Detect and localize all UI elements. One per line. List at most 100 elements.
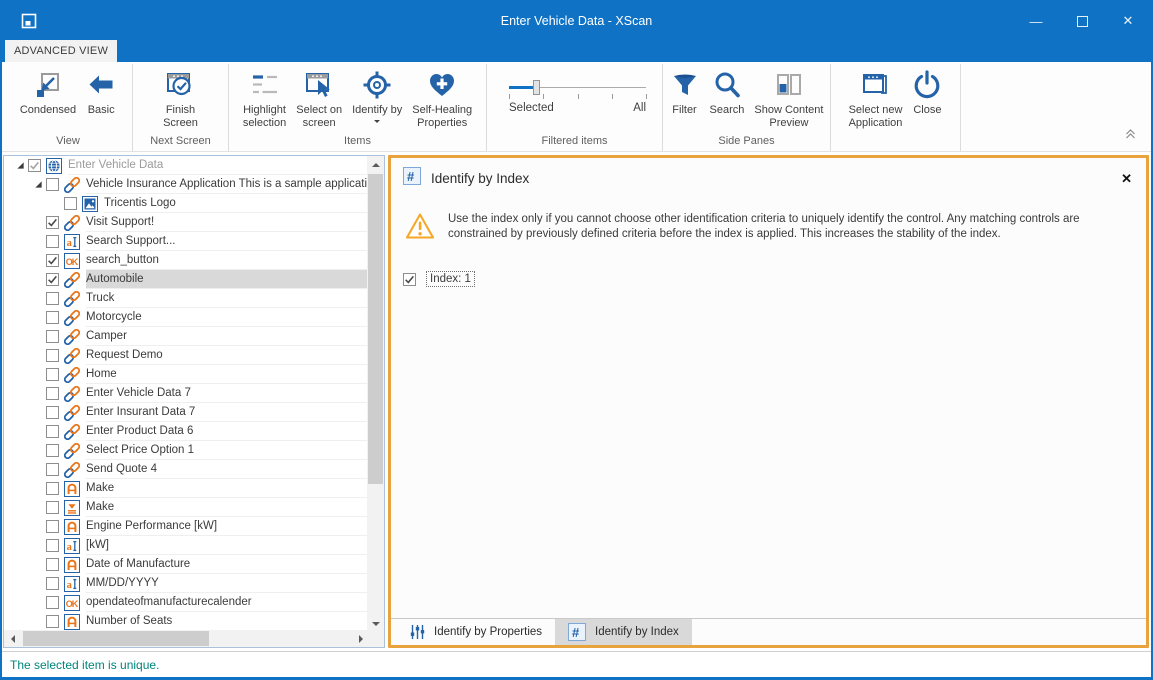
tree-item-checkbox[interactable]: [46, 482, 59, 495]
finish-screen-button[interactable]: Finish Screen: [158, 66, 203, 132]
tree-item[interactable]: Vehicle Insurance Application This is a …: [4, 175, 367, 194]
content-preview-button[interactable]: Show Content Preview: [749, 66, 828, 132]
tree-item[interactable]: Enter Vehicle Data: [4, 156, 367, 175]
tree-item[interactable]: Send Quote 4: [4, 460, 367, 479]
tree-item-checkbox[interactable]: [46, 216, 59, 229]
textbox-icon: a: [64, 576, 80, 592]
power-button[interactable]: Close: [907, 66, 947, 119]
tree-item-checkbox[interactable]: [46, 311, 59, 324]
ribbon-collapse-icon[interactable]: [1124, 127, 1137, 145]
tree-item-checkbox[interactable]: [46, 406, 59, 419]
tree-item-checkbox[interactable]: [46, 368, 59, 381]
tree-item-checkbox[interactable]: [46, 539, 59, 552]
identify-by-button[interactable]: Identify by: [347, 66, 407, 128]
hash-icon: #: [568, 623, 586, 641]
tree-item-label: Enter Vehicle Data 7: [86, 387, 191, 399]
tree-item-checkbox[interactable]: [46, 178, 59, 191]
basic-button[interactable]: Basic: [81, 66, 121, 119]
condensed-button[interactable]: Condensed: [15, 66, 81, 119]
tab-advanced-view[interactable]: ADVANCED VIEW: [5, 40, 117, 62]
new-application-button[interactable]: Select new Application: [844, 66, 908, 132]
tree-item-checkbox[interactable]: [64, 197, 77, 210]
tree-item-checkbox[interactable]: [46, 577, 59, 590]
tree-item-checkbox[interactable]: [46, 444, 59, 457]
tree-item-checkbox[interactable]: [46, 615, 59, 628]
index-checkbox-label[interactable]: Index: 1: [427, 272, 474, 286]
tree-item[interactable]: Home: [4, 365, 367, 384]
tree-item[interactable]: aMM/DD/YYYY: [4, 574, 367, 593]
close-window-button[interactable]: ✕: [1105, 2, 1151, 40]
self-healing-button[interactable]: Self-Healing Properties: [407, 66, 477, 132]
tree-item[interactable]: OKopendateofmanufacturecalender: [4, 593, 367, 612]
tree-item[interactable]: Camper: [4, 327, 367, 346]
tree-item[interactable]: Make: [4, 498, 367, 517]
tree-item-checkbox[interactable]: [46, 387, 59, 400]
filtered-items-slider[interactable]: SelectedAll: [487, 66, 662, 133]
svg-text:a: a: [67, 579, 73, 590]
tree-item[interactable]: Request Demo: [4, 346, 367, 365]
tree-item-label: Enter Insurant Data 7: [86, 406, 195, 418]
horizontal-scrollbar[interactable]: [4, 630, 369, 647]
tree-item[interactable]: Engine Performance [kW]: [4, 517, 367, 536]
tree-item[interactable]: aSearch Support...: [4, 232, 367, 251]
tree-item-label: Number of Seats: [86, 615, 172, 627]
tree-item-checkbox[interactable]: [46, 349, 59, 362]
minimize-button[interactable]: —: [1013, 2, 1059, 40]
tree-item-label: Enter Product Data 6: [86, 425, 193, 437]
vertical-scrollbar[interactable]: [367, 156, 384, 632]
tree-item-checkbox[interactable]: [46, 292, 59, 305]
tree-item[interactable]: Visit Support!: [4, 213, 367, 232]
expander-icon[interactable]: [12, 161, 28, 170]
select-on-screen-button[interactable]: Select on screen: [291, 66, 347, 132]
ribbon-group-label: View: [4, 133, 132, 151]
tree-item-checkbox[interactable]: [46, 235, 59, 248]
tree-item-checkbox[interactable]: [46, 463, 59, 476]
scroll-up-button[interactable]: [367, 156, 384, 173]
tree-item[interactable]: Automobile: [4, 270, 367, 289]
tree-item-label: Make: [86, 501, 114, 513]
vertical-scroll-thumb[interactable]: [368, 174, 383, 484]
tree-item-checkbox[interactable]: [46, 558, 59, 571]
tree-item[interactable]: Enter Product Data 6: [4, 422, 367, 441]
tree-item[interactable]: Tricentis Logo: [4, 194, 367, 213]
tree-item[interactable]: Motorcycle: [4, 308, 367, 327]
search-button[interactable]: Search: [705, 66, 750, 119]
tree-item[interactable]: Truck: [4, 289, 367, 308]
tree-item-checkbox[interactable]: [46, 273, 59, 286]
tree-item[interactable]: Number of Seats: [4, 612, 367, 630]
index-checkbox[interactable]: [403, 273, 416, 286]
tree-item-checkbox[interactable]: [46, 596, 59, 609]
tree-item-checkbox[interactable]: [28, 159, 41, 172]
ok-button-icon: OK: [64, 595, 80, 611]
tree-item[interactable]: Select Price Option 1: [4, 441, 367, 460]
tree-item[interactable]: OKsearch_button: [4, 251, 367, 270]
ribbon-group-view: CondensedBasic View: [4, 64, 132, 151]
dropdown-caret-icon: [374, 120, 380, 126]
tree-item-checkbox[interactable]: [46, 254, 59, 267]
tree-item-checkbox[interactable]: [46, 501, 59, 514]
tree-item-checkbox[interactable]: [46, 520, 59, 533]
horizontal-scroll-thumb[interactable]: [23, 631, 209, 646]
titlebar: Enter Vehicle Data - XScan — ✕: [2, 2, 1151, 40]
ribbon-group-filtered-items: SelectedAllFiltered items: [486, 64, 662, 151]
tree-item-checkbox[interactable]: [46, 330, 59, 343]
tree-item[interactable]: a[kW]: [4, 536, 367, 555]
tree-item-checkbox[interactable]: [46, 425, 59, 438]
tree-item-label: Request Demo: [86, 349, 163, 361]
tab-identify-by-properties[interactable]: Identify by Properties: [397, 619, 555, 645]
expander-icon[interactable]: [30, 180, 46, 189]
tree-item[interactable]: Enter Insurant Data 7: [4, 403, 367, 422]
tree-item[interactable]: Make: [4, 479, 367, 498]
warning-icon: [405, 212, 435, 245]
tree-item-label: Make: [86, 482, 114, 494]
maximize-button[interactable]: [1059, 2, 1105, 40]
scroll-left-button[interactable]: [4, 630, 21, 647]
panel-close-button[interactable]: ✕: [1121, 171, 1132, 187]
filter-button[interactable]: Filter: [665, 66, 705, 119]
highlight-selection-button[interactable]: Highlight selection: [238, 66, 291, 132]
tree-item[interactable]: Enter Vehicle Data 7: [4, 384, 367, 403]
ribbon: CondensedBasicViewFinish ScreenNext Scre…: [2, 62, 1151, 152]
globe-icon: [46, 158, 62, 174]
tab-identify-by-index[interactable]: #Identify by Index: [555, 619, 692, 645]
tree-item[interactable]: Date of Manufacture: [4, 555, 367, 574]
